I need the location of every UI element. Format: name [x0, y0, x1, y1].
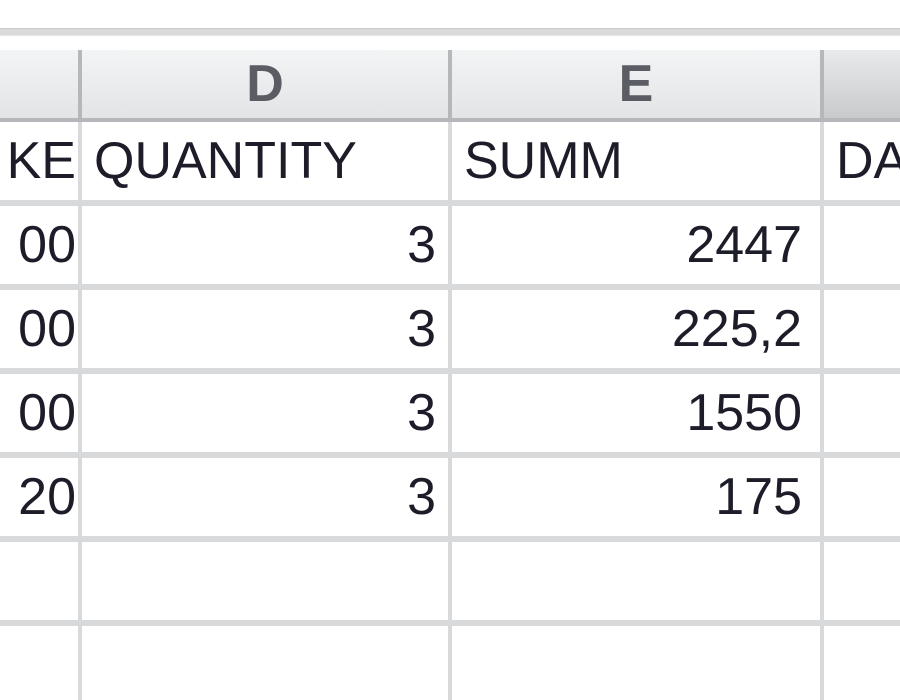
cell-grid: KE QUANTITY SUMM DA 00 3 2447 00 3 225,2… [0, 122, 900, 700]
column-header-f[interactable] [824, 50, 900, 122]
cell-f[interactable] [824, 542, 900, 620]
cell-quantity[interactable] [82, 626, 452, 700]
cell-c[interactable]: 20 [0, 458, 82, 536]
cell-quantity[interactable]: 3 [82, 206, 452, 284]
table-row: 00 3 225,2 [0, 290, 900, 374]
cell-quantity[interactable] [82, 542, 452, 620]
toolbar-divider [0, 28, 900, 36]
cell-f[interactable] [824, 290, 900, 368]
table-row [0, 542, 900, 626]
cell-c-header[interactable]: KE [0, 122, 82, 200]
cell-c[interactable] [0, 626, 82, 700]
cell-summ[interactable] [452, 542, 824, 620]
cell-e-header[interactable]: SUMM [452, 122, 824, 200]
spreadsheet-view: D E KE QUANTITY SUMM DA 00 3 2447 00 3 2… [0, 0, 900, 700]
cell-f[interactable] [824, 626, 900, 700]
cell-summ[interactable]: 175 [452, 458, 824, 536]
table-row [0, 626, 900, 700]
cell-quantity[interactable]: 3 [82, 374, 452, 452]
cell-c[interactable] [0, 542, 82, 620]
cell-f[interactable] [824, 458, 900, 536]
cell-f-header[interactable]: DA [824, 122, 900, 200]
table-row: 20 3 175 [0, 458, 900, 542]
cell-c[interactable]: 00 [0, 206, 82, 284]
column-header-e[interactable]: E [452, 50, 824, 122]
cell-summ[interactable]: 2447 [452, 206, 824, 284]
column-header-c[interactable] [0, 50, 82, 122]
cell-f[interactable] [824, 374, 900, 452]
cell-summ[interactable]: 1550 [452, 374, 824, 452]
cell-c[interactable]: 00 [0, 290, 82, 368]
cell-summ[interactable] [452, 626, 824, 700]
cell-c[interactable]: 00 [0, 374, 82, 452]
table-row: 00 3 2447 [0, 206, 900, 290]
cell-quantity[interactable]: 3 [82, 290, 452, 368]
cell-summ[interactable]: 225,2 [452, 290, 824, 368]
table-row: 00 3 1550 [0, 374, 900, 458]
column-header-d[interactable]: D [82, 50, 452, 122]
cell-f[interactable] [824, 206, 900, 284]
cell-quantity[interactable]: 3 [82, 458, 452, 536]
table-row-header: KE QUANTITY SUMM DA [0, 122, 900, 206]
cell-d-header[interactable]: QUANTITY [82, 122, 452, 200]
